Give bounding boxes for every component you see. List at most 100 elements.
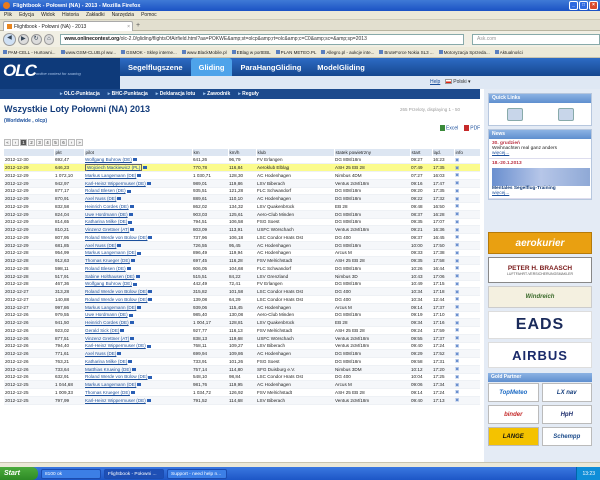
table-row[interactable]: 2012-12-29 681,85 Axel Nuss (DE) 726,55 95,4… bbox=[4, 241, 480, 250]
page-button[interactable]: « bbox=[4, 139, 11, 146]
col-km[interactable]: km bbox=[192, 149, 229, 156]
flight-detail-icon[interactable]: ▣ bbox=[455, 389, 459, 394]
table-row[interactable]: 2012-12-26 941,50 Heinrich Cordes (DE) 1 00… bbox=[4, 318, 480, 327]
flight-detail-icon[interactable]: ▣ bbox=[455, 281, 459, 286]
flight-detail-icon[interactable]: ▣ bbox=[455, 265, 459, 270]
table-row[interactable]: 2012-12-25 1 009,33 Thomas Krueger (DE) 1 0… bbox=[4, 388, 480, 397]
page-button[interactable]: 4 bbox=[44, 139, 51, 146]
cell-pilot[interactable]: Axel Nuss (DE) bbox=[84, 349, 192, 358]
sponsor-topmeteo[interactable]: TopMeteo bbox=[488, 383, 539, 402]
table-row[interactable]: 2012-12-27 313,28 Roland Werde von Bülow (… bbox=[4, 287, 480, 296]
cell-pilot[interactable]: Heinrich Cordes (DE) bbox=[84, 202, 192, 211]
flight-detail-icon[interactable]: ▣ bbox=[455, 312, 459, 317]
page-button[interactable]: 5 bbox=[52, 139, 59, 146]
flight-upload-icon[interactable] bbox=[506, 107, 523, 121]
cell-info[interactable]: ▣ bbox=[454, 187, 480, 196]
flight-detail-icon[interactable]: ▣ bbox=[455, 196, 459, 201]
subnav-olc-punktacja[interactable]: OLC-Punktacja bbox=[60, 91, 100, 97]
table-row[interactable]: 2012-12-26 763,21 Katharina Milke (DE) 733,… bbox=[4, 357, 480, 366]
table-row[interactable]: 2012-12-29 870,91 Axel Nuss (DE) 889,61 110,… bbox=[4, 194, 480, 203]
cell-info[interactable]: ▣ bbox=[454, 280, 480, 289]
flight-detail-icon[interactable]: ▣ bbox=[455, 258, 459, 263]
cell-pilot[interactable]: Roland Werde von Bülow (DE) bbox=[84, 295, 192, 304]
cell-pilot[interactable]: Roland Blesen (DE) bbox=[84, 187, 192, 196]
cell-pilot[interactable]: Matthias Kruwing (DE) bbox=[84, 365, 192, 374]
table-row[interactable]: 2012-12-26 632,91 Roland Werde von Bülow (… bbox=[4, 373, 480, 382]
flight-detail-icon[interactable]: ▣ bbox=[455, 157, 459, 162]
table-row[interactable]: 2012-12-27 140,88 Roland Werde von Bülow (… bbox=[4, 295, 480, 304]
bookmark-item[interactable]: GSMOK - Sklep interne... bbox=[121, 50, 177, 55]
flight-detail-icon[interactable]: ▣ bbox=[455, 335, 459, 340]
cell-info[interactable]: ▣ bbox=[454, 272, 480, 281]
col-club[interactable]: klub bbox=[256, 149, 335, 156]
table-row[interactable]: 2012-12-28 517,91 Sabine Holthausen (DE) 51… bbox=[4, 272, 480, 281]
cell-pilot[interactable]: Roland Werde von Bülow (DE) bbox=[84, 287, 192, 296]
table-row[interactable]: 2012-12-26 733,64 Matthias Kruwing (DE) 757… bbox=[4, 365, 480, 374]
cell-info[interactable]: ▣ bbox=[454, 179, 480, 188]
cell-info[interactable]: ▣ bbox=[454, 303, 480, 312]
table-row[interactable]: 2012-12-29 832,58 Heinrich Cordes (DE) 862,… bbox=[4, 202, 480, 211]
flight-detail-icon[interactable]: ▣ bbox=[455, 188, 459, 193]
table-row[interactable]: 2012-12-26 877,51 Vinzenz Grettner (AT) 838… bbox=[4, 334, 480, 343]
olc-logo[interactable]: OLC bbox=[3, 61, 37, 81]
bookmark-item[interactable]: www.BlackMobile.pl bbox=[181, 50, 227, 55]
cell-pilot[interactable]: Uwe Hordmann (DE) bbox=[84, 210, 192, 219]
cell-info[interactable]: ▣ bbox=[454, 349, 480, 358]
page-button[interactable]: 6 bbox=[60, 139, 67, 146]
col-pilot[interactable]: pilot bbox=[84, 149, 193, 156]
cell-info[interactable]: ▣ bbox=[454, 373, 480, 382]
col-aircraft[interactable]: statek powietrzny bbox=[334, 149, 411, 156]
cell-info[interactable]: ▣ bbox=[454, 287, 480, 296]
cell-pilot[interactable]: Wojciech Mackiewicz (PL) bbox=[84, 163, 192, 172]
cell-info[interactable]: ▣ bbox=[454, 396, 480, 405]
flight-detail-icon[interactable]: ▣ bbox=[455, 289, 459, 294]
table-row[interactable]: 2012-12-25 797,99 Karl-Heinz Wippermuser (… bbox=[4, 396, 480, 405]
news-more-link[interactable]: więcej... bbox=[492, 191, 588, 196]
cell-info[interactable]: ▣ bbox=[454, 225, 480, 234]
sponsor-binder[interactable]: binder bbox=[488, 405, 539, 424]
table-row[interactable]: 2012-12-29 877,17 Roland Blesen (DE) 935,51… bbox=[4, 187, 480, 196]
sponsor-hph[interactable]: HpH bbox=[541, 405, 592, 424]
cell-pilot[interactable]: Roland Blesen (DE) bbox=[84, 264, 192, 273]
minimize-button[interactable]: _ bbox=[569, 1, 578, 10]
cell-info[interactable]: ▣ bbox=[454, 357, 480, 366]
cell-pilot[interactable]: Gerald Sick (DE) bbox=[84, 326, 192, 335]
cell-info[interactable]: ▣ bbox=[454, 256, 480, 265]
cell-info[interactable]: ▣ bbox=[454, 365, 480, 374]
cell-info[interactable]: ▣ bbox=[454, 342, 480, 351]
table-row[interactable]: 2012-12-30 692,47 Wolfgang Buhrow (DE) 641,… bbox=[4, 156, 480, 165]
cell-info[interactable]: ▣ bbox=[454, 156, 480, 165]
table-row[interactable]: 2012-12-28 467,36 Wolfgang Buhrow (DE) 442,… bbox=[4, 280, 480, 289]
flight-detail-icon[interactable]: ▣ bbox=[455, 296, 459, 301]
table-row[interactable]: 2012-12-29 807,95 Roland Werde von Bülow (… bbox=[4, 233, 480, 242]
table-row[interactable]: 2012-12-26 923,02 Gerald Sick (DE) 927,77 11… bbox=[4, 326, 480, 335]
table-row[interactable]: 2012-12-29 824,04 Uwe Hordmann (DE) 903,03 1… bbox=[4, 210, 480, 219]
cell-pilot[interactable]: Markus Langemann (DE) bbox=[84, 171, 192, 180]
bookmark-item[interactable]: EBlag w portEBL bbox=[231, 50, 271, 55]
page-button[interactable]: › bbox=[68, 139, 75, 146]
table-row[interactable]: 2012-12-28 598,11 Roland Blesen (DE) 606,05… bbox=[4, 264, 480, 273]
close-button[interactable]: × bbox=[589, 1, 598, 10]
table-row[interactable]: 2012-12-29 810,21 Vinzenz Grettner (AT) 803… bbox=[4, 225, 480, 234]
page-button[interactable]: ‹ bbox=[12, 139, 19, 146]
cell-info[interactable]: ▣ bbox=[454, 210, 480, 219]
page-button[interactable]: 3 bbox=[36, 139, 43, 146]
flight-detail-icon[interactable]: ▣ bbox=[455, 366, 459, 371]
flight-detail-icon[interactable]: ▣ bbox=[455, 250, 459, 255]
maximize-button[interactable]: □ bbox=[579, 1, 588, 10]
menu-item-history[interactable]: Historia bbox=[62, 12, 79, 18]
menu-item-file[interactable]: Plik bbox=[4, 12, 12, 18]
col-kmh[interactable]: km/h bbox=[228, 149, 257, 156]
col-points[interactable]: pkt bbox=[54, 149, 85, 156]
sponsor-schempp[interactable]: Schempp bbox=[541, 427, 592, 446]
cell-pilot[interactable]: Wolfgang Buhrow (DE) bbox=[84, 280, 192, 289]
bookmark-item[interactable]: PLAN METEO.PL bbox=[275, 50, 316, 55]
table-row[interactable]: 2012-12-29 814,65 Katharina Milke (DE) 794,… bbox=[4, 218, 480, 227]
menu-item-tools[interactable]: Narzędzia bbox=[112, 12, 135, 18]
back-button[interactable]: ◀ bbox=[3, 32, 16, 46]
cell-pilot[interactable]: Axel Nuss (DE) bbox=[84, 241, 192, 250]
news-thumbnail[interactable] bbox=[492, 168, 590, 186]
cell-info[interactable]: ▣ bbox=[454, 194, 480, 203]
cell-pilot[interactable]: Katharina Milke (DE) bbox=[84, 218, 192, 227]
table-row[interactable]: 2012-12-29 942,97 Karl-Heinz Wippermuser (… bbox=[4, 179, 480, 188]
